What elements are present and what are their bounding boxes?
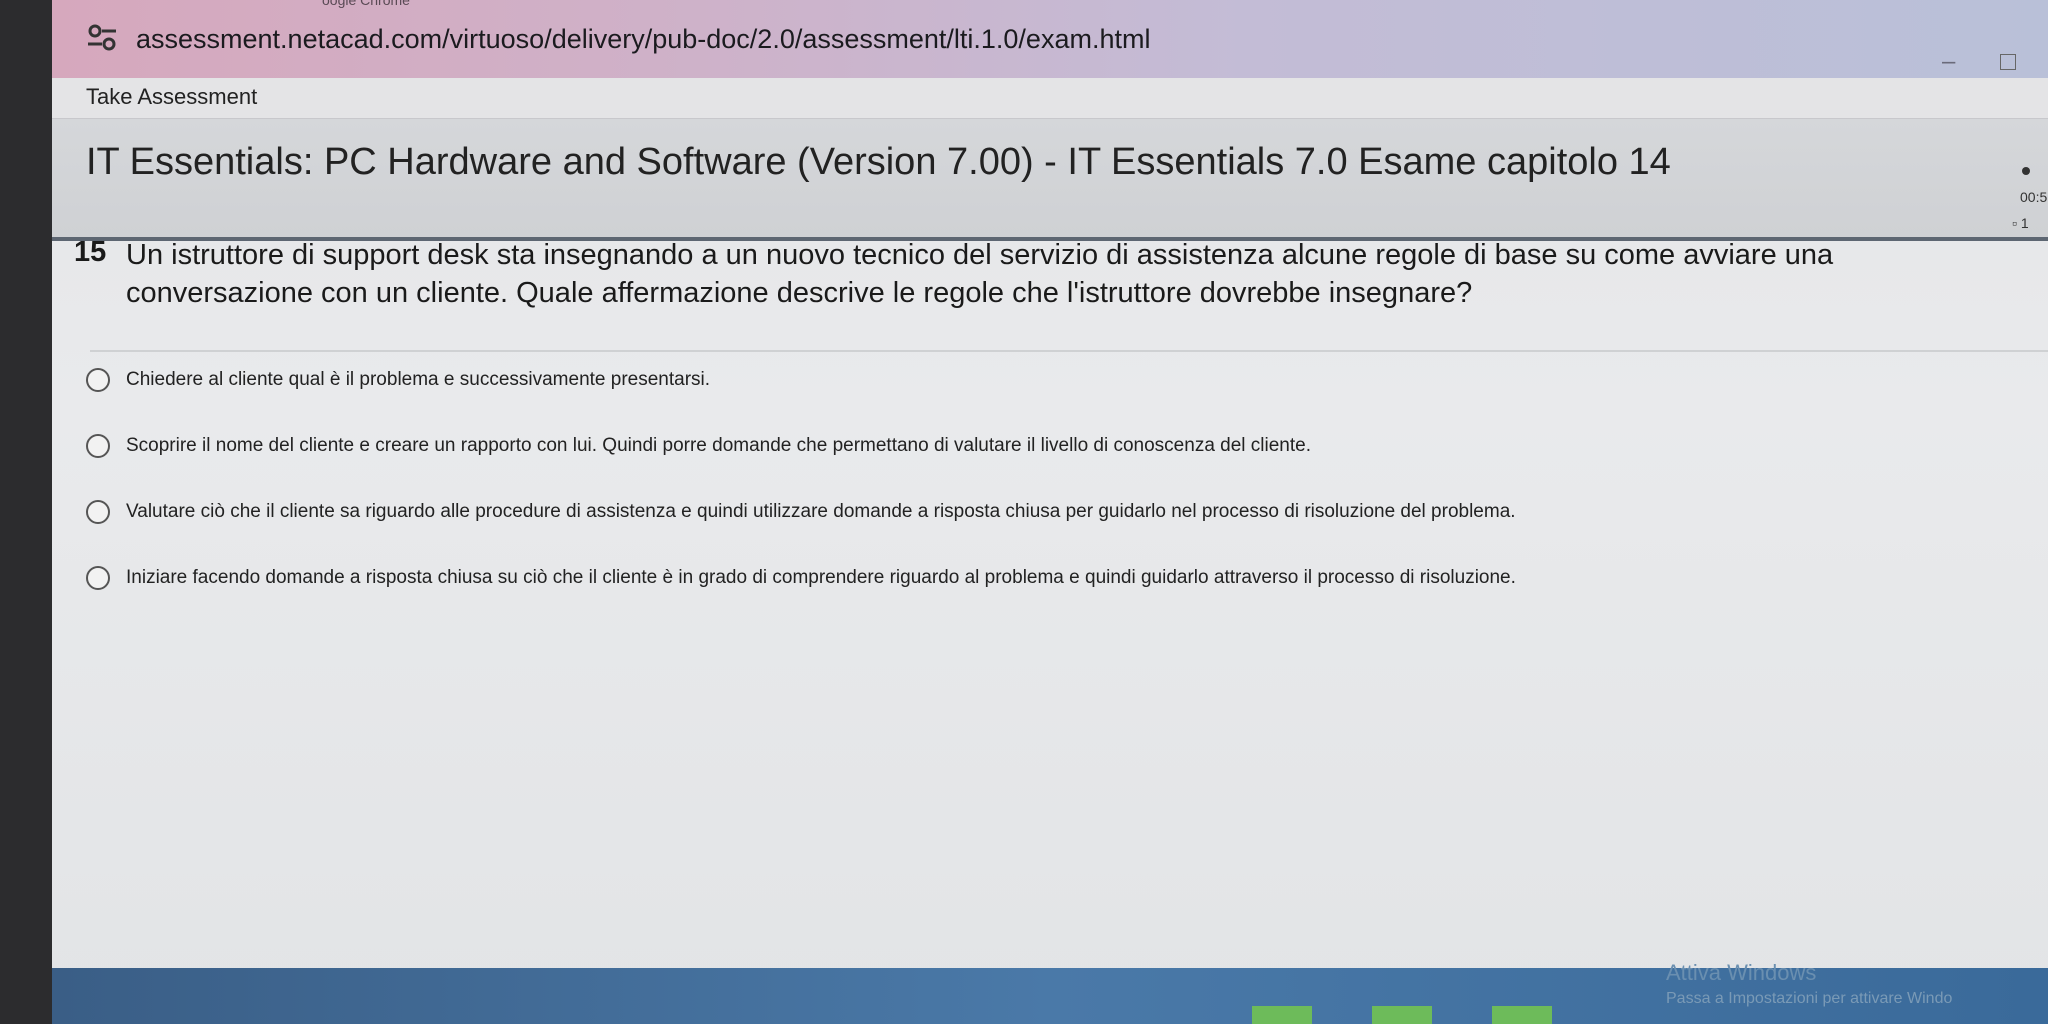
key-settings-icon[interactable]	[86, 22, 118, 52]
radio-button-2[interactable]	[86, 434, 110, 458]
answer-option-label: Iniziare facendo domande a risposta chiu…	[126, 567, 1516, 588]
activate-windows-subtitle: Passa a Impostazioni per attivare Windo	[1666, 990, 1953, 1007]
divider	[90, 350, 2048, 352]
taskbar-items	[1252, 1006, 1652, 1024]
minimize-icon[interactable]: –	[1942, 48, 1972, 78]
radio-button-3[interactable]	[86, 500, 110, 524]
taskbar-item[interactable]	[1492, 1006, 1552, 1024]
take-assessment-bar: Take Assessment	[52, 78, 2048, 119]
radio-button-1[interactable]	[86, 368, 110, 392]
answer-option-4[interactable]: Iniziare facendo domande a risposta chiu…	[86, 558, 2006, 598]
take-assessment-label: Take Assessment	[86, 84, 258, 109]
question-counter: ▫ 1	[2012, 215, 2029, 231]
browser-window: oogle Chrome assessment.netacad.com/virt…	[52, 0, 2048, 1024]
question-counter-value: 1	[2020, 215, 2029, 231]
flag-icon: ▫	[2012, 215, 2017, 231]
browser-titlebar: oogle Chrome assessment.netacad.com/virt…	[52, 0, 2048, 79]
exam-header: IT Essentials: PC Hardware and Software …	[52, 119, 2048, 241]
taskbar-item[interactable]	[1252, 1006, 1312, 1024]
answer-option-3[interactable]: Valutare ciò che il cliente sa riguardo …	[86, 492, 2006, 532]
question-text: Un istruttore di support desk sta insegn…	[126, 239, 1834, 309]
taskbar-item[interactable]	[1372, 1006, 1432, 1024]
timer-icon	[2022, 167, 2030, 175]
exam-title: IT Essentials: PC Hardware and Software …	[86, 141, 1671, 183]
activate-windows-title: Attiva Windows	[1666, 960, 1817, 985]
radio-button-4[interactable]	[86, 566, 110, 590]
maximize-icon[interactable]	[2000, 48, 2030, 78]
answer-option-label: Chiedere al cliente qual è il problema e…	[126, 369, 711, 390]
answer-option-label: Scoprire il nome del cliente e creare un…	[126, 435, 1311, 456]
question-number: 15	[74, 236, 107, 268]
answer-option-2[interactable]: Scoprire il nome del cliente e creare un…	[86, 426, 2006, 466]
address-bar[interactable]: assessment.netacad.com/virtuoso/delivery…	[136, 24, 1150, 55]
answer-option-1[interactable]: Chiedere al cliente qual è il problema e…	[86, 360, 2006, 400]
window-title: oogle Chrome	[322, 0, 410, 8]
timer-value: 00:5	[2020, 189, 2048, 205]
answer-option-label: Valutare ciò che il cliente sa riguardo …	[126, 501, 1516, 522]
